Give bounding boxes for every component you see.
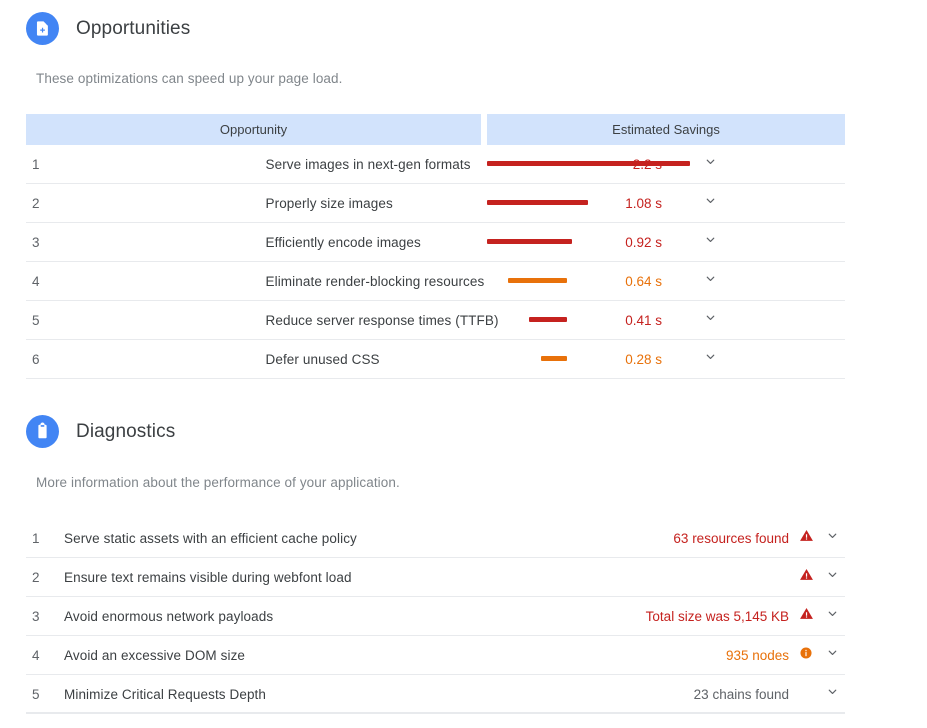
warning-triangle-icon xyxy=(793,519,819,558)
diagnostic-row-number: 2 xyxy=(32,569,40,585)
diagnostics-table: 1 Serve static assets with an efficient c… xyxy=(26,518,845,714)
diagnostic-row-value xyxy=(604,558,793,597)
opportunity-savings-bar-cell xyxy=(487,184,588,223)
opportunity-savings-bar-cell xyxy=(487,301,577,340)
opportunity-row-number: 3 xyxy=(32,234,40,250)
opportunity-row-title: Serve images in next-gen formats xyxy=(265,156,471,172)
opportunity-savings-value: 0.28 s xyxy=(625,351,662,367)
expand-row-button[interactable] xyxy=(819,558,845,597)
diagnostic-row-value: 23 chains found xyxy=(693,686,789,702)
opportunity-row-title: Defer unused CSS xyxy=(265,351,380,367)
opportunities-table-header-row: Opportunity Estimated Savings xyxy=(26,114,845,145)
expand-row-button[interactable] xyxy=(666,340,756,379)
expand-row-button[interactable] xyxy=(666,184,756,223)
savings-bar xyxy=(528,317,567,323)
page-add-icon xyxy=(26,12,59,45)
diagnostics-bottom-divider xyxy=(26,712,845,713)
warning-triangle-icon xyxy=(793,558,819,597)
status-icon-placeholder xyxy=(793,675,819,714)
opportunity-savings-value: 0.41 s xyxy=(625,312,662,328)
opportunity-row-number: 6 xyxy=(32,351,40,367)
expand-row-button[interactable] xyxy=(666,262,756,301)
savings-bar xyxy=(487,239,572,245)
diagnostic-row-value: 935 nodes xyxy=(725,647,789,663)
column-header-opportunity: Opportunity xyxy=(26,114,481,145)
lighthouse-report-page: Opportunities These optimizations can sp… xyxy=(0,0,927,728)
diagnostic-row-title: Serve static assets with an efficient ca… xyxy=(64,530,357,546)
opportunities-header: Opportunities xyxy=(0,12,190,45)
clipboard-icon xyxy=(26,415,59,448)
info-circle-icon xyxy=(793,636,819,675)
expand-row-button[interactable] xyxy=(819,675,845,714)
opportunity-row[interactable]: 1 Serve images in next-gen formats 2.2 s xyxy=(26,145,845,184)
expand-row-button[interactable] xyxy=(666,301,756,340)
savings-bar xyxy=(507,278,567,284)
savings-bar xyxy=(540,356,567,362)
savings-bar xyxy=(487,200,588,206)
opportunity-row-number: 1 xyxy=(32,156,40,172)
opportunity-savings-bar-cell xyxy=(487,223,577,262)
opportunity-row-title: Efficiently encode images xyxy=(265,234,421,250)
expand-row-button[interactable] xyxy=(819,597,845,636)
diagnostic-row-number: 1 xyxy=(32,530,40,546)
opportunities-title: Opportunities xyxy=(76,17,191,39)
opportunity-savings-value: 1.08 s xyxy=(625,195,662,211)
opportunity-row-title: Reduce server response times (TTFB) xyxy=(265,312,499,328)
diagnostics-header: Diagnostics xyxy=(0,415,175,448)
expand-row-button[interactable] xyxy=(819,519,845,558)
opportunity-savings-value: 0.92 s xyxy=(625,234,662,250)
diagnostic-row-value: Total size was 5,145 KB xyxy=(645,608,789,624)
opportunity-savings-bar-cell xyxy=(487,340,577,379)
opportunity-row-number: 5 xyxy=(32,312,40,328)
opportunities-description: These optimizations can speed up your pa… xyxy=(36,71,343,86)
diagnostic-row-value: 63 resources found xyxy=(673,530,789,546)
diagnostic-row-number: 4 xyxy=(32,647,40,663)
opportunities-table: Opportunity Estimated Savings 1 Serve ima… xyxy=(26,114,845,379)
diagnostics-table-body: 1 Serve static assets with an efficient c… xyxy=(26,519,845,714)
opportunity-row[interactable]: 5 Reduce server response times (TTFB) 0.41… xyxy=(26,301,845,340)
diagnostic-row-title: Minimize Critical Requests Depth xyxy=(64,686,267,702)
diagnostic-row[interactable]: 5 Minimize Critical Requests Depth 23 chai… xyxy=(26,675,845,714)
diagnostics-title: Diagnostics xyxy=(76,420,176,442)
opportunity-row[interactable]: 6 Defer unused CSS 0.28 s xyxy=(26,340,845,379)
opportunity-row-number: 4 xyxy=(32,273,40,289)
diagnostic-row-number: 5 xyxy=(32,686,40,702)
diagnostic-row-title: Avoid enormous network payloads xyxy=(64,608,274,624)
diagnostic-row-number: 3 xyxy=(32,608,40,624)
diagnostic-row-title: Ensure text remains visible during webfo… xyxy=(64,569,352,585)
diagnostic-row[interactable]: 1 Serve static assets with an efficient c… xyxy=(26,519,845,558)
column-header-estimated-savings: Estimated Savings xyxy=(487,114,845,145)
opportunity-row-title: Eliminate render-blocking resources xyxy=(265,273,485,289)
diagnostic-row[interactable]: 3 Avoid enormous network payloads Total si… xyxy=(26,597,845,636)
opportunity-savings-bar-cell xyxy=(487,145,690,184)
opportunity-row[interactable]: 4 Eliminate render-blocking resources 0.64… xyxy=(26,262,845,301)
diagnostic-row-title: Avoid an excessive DOM size xyxy=(64,647,246,663)
opportunity-row-number: 2 xyxy=(32,195,40,211)
opportunity-row[interactable]: 2 Properly size images 1.08 s xyxy=(26,184,845,223)
diagnostics-description: More information about the performance o… xyxy=(36,475,400,490)
opportunity-savings-bar-cell xyxy=(487,262,577,301)
warning-triangle-icon xyxy=(793,597,819,636)
diagnostic-row[interactable]: 2 Ensure text remains visible during webf… xyxy=(26,558,845,597)
opportunity-row[interactable]: 3 Efficiently encode images 0.92 s xyxy=(26,223,845,262)
expand-row-button[interactable] xyxy=(666,223,756,262)
opportunities-table-body: 1 Serve images in next-gen formats 2.2 s2P… xyxy=(26,145,845,379)
opportunity-savings-value: 0.64 s xyxy=(625,273,662,289)
opportunity-row-title: Properly size images xyxy=(265,195,393,211)
diagnostic-row[interactable]: 4 Avoid an excessive DOM size 935 nodes xyxy=(26,636,845,675)
expand-row-button[interactable] xyxy=(819,636,845,675)
